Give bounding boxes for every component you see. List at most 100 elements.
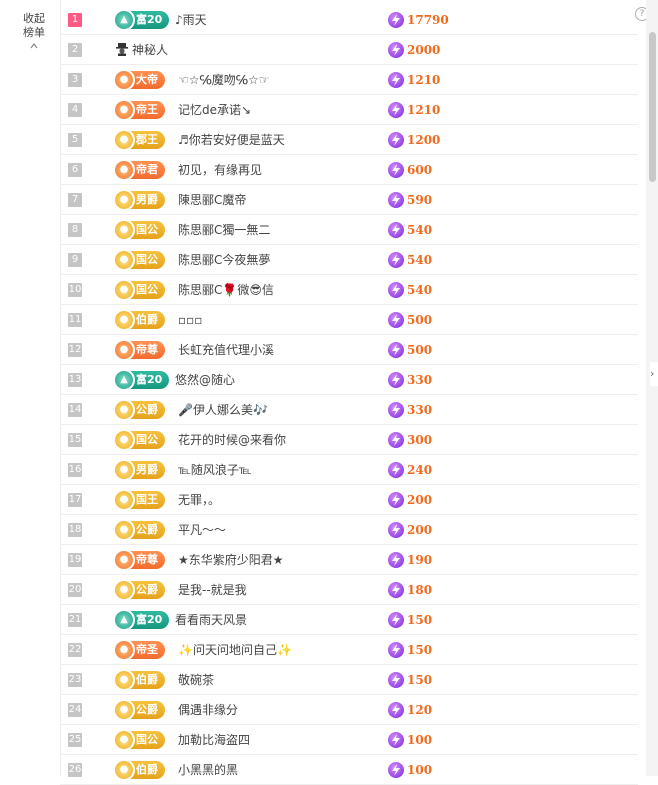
rank-row[interactable]: 15 ● 国公 花开的时候@来看你 300 bbox=[60, 425, 638, 455]
value-number: 300 bbox=[407, 433, 433, 447]
user-name[interactable]: 是我--就是我 bbox=[178, 581, 247, 599]
rank-row[interactable]: 1 ▲ 富20 ♪雨天 17790 bbox=[60, 5, 638, 35]
value-number: 1210 bbox=[407, 103, 441, 117]
value-number: 540 bbox=[407, 253, 433, 267]
contribution-value: 200 bbox=[388, 521, 432, 539]
level-badge: ▲ 富20 bbox=[113, 369, 170, 391]
rank-row[interactable]: 25 ● 国公 加勒比海盗四 100 bbox=[60, 725, 638, 755]
lightning-icon bbox=[388, 12, 404, 28]
user-name[interactable]: 看看雨天风景 bbox=[175, 611, 247, 629]
user-name[interactable]: 陈思郦C🌹微😎信 bbox=[178, 281, 274, 299]
rank-row[interactable]: 6 ● 帝君 初见，有缘再见 600 bbox=[60, 155, 638, 185]
user-name[interactable]: 陈思郦C獨一無二 bbox=[178, 221, 270, 239]
badge-emblem-icon: ● bbox=[113, 309, 135, 331]
collapse-rank-button[interactable]: 收起 榜单 bbox=[18, 12, 50, 50]
contribution-value: 2000 bbox=[388, 41, 440, 59]
level-badge: ● 帝尊 bbox=[113, 549, 165, 571]
rank-row[interactable]: 11 ● 伯爵 ▫▫▫ 500 bbox=[60, 305, 638, 335]
contribution-value: 590 bbox=[388, 191, 432, 209]
badge-label: 国公 bbox=[136, 223, 158, 236]
user-name[interactable]: ★东华紫府少阳君★ bbox=[178, 551, 284, 569]
user-name[interactable]: ☜☆℅魔吻℅☆☞ bbox=[178, 71, 269, 89]
badge-label: 帝圣 bbox=[136, 643, 158, 656]
rank-row[interactable]: 24 ● 公爵 偶遇非缘分 120 bbox=[60, 695, 638, 725]
rank-number: 20 bbox=[68, 583, 82, 597]
badge-label: 国公 bbox=[136, 283, 158, 296]
scrollbar-thumb[interactable] bbox=[649, 32, 656, 182]
rank-row[interactable]: 10 ● 国公 陈思郦C🌹微😎信 540 bbox=[60, 275, 638, 305]
user-name[interactable]: ♬你若安好便是蓝天 bbox=[178, 131, 285, 149]
user-name[interactable]: 花开的时候@来看你 bbox=[178, 431, 286, 449]
lightning-icon bbox=[388, 492, 404, 508]
rank-row[interactable]: 3 ● 大帝 ☜☆℅魔吻℅☆☞ 1210 bbox=[60, 65, 638, 95]
user-name[interactable]: 加勒比海盗四 bbox=[178, 731, 250, 749]
rank-row[interactable]: 4 ● 帝王 记忆de承诺↘ 1210 bbox=[60, 95, 638, 125]
rank-row[interactable]: 20 ● 公爵 是我--就是我 180 bbox=[60, 575, 638, 605]
value-number: 500 bbox=[407, 313, 433, 327]
user-name[interactable]: 偶遇非缘分 bbox=[178, 701, 238, 719]
user-name[interactable]: 陳思郦C魔帝 bbox=[178, 191, 246, 209]
contribution-value: 150 bbox=[388, 641, 432, 659]
rank-row[interactable]: 7 ● 男爵 陳思郦C魔帝 590 bbox=[60, 185, 638, 215]
badge-label: 大帝 bbox=[136, 73, 158, 86]
rank-row[interactable]: 21 ▲ 富20 看看雨天风景 150 bbox=[60, 605, 638, 635]
rank-row[interactable]: 8 ● 国公 陈思郦C獨一無二 540 bbox=[60, 215, 638, 245]
value-number: 150 bbox=[407, 673, 433, 687]
rank-row[interactable]: 18 ● 公爵 平凡～～ 200 bbox=[60, 515, 638, 545]
user-name[interactable]: ℡随风浪子℡ bbox=[178, 461, 252, 479]
rank-row[interactable]: 2 神秘人 2000 bbox=[60, 35, 638, 65]
rank-row[interactable]: 19 ● 帝尊 ★东华紫府少阳君★ 190 bbox=[60, 545, 638, 575]
badge-emblem-icon: ● bbox=[113, 729, 135, 751]
contribution-value: 330 bbox=[388, 371, 432, 389]
rank-row[interactable]: 26 ● 伯爵 小黑黑的黑 100 bbox=[60, 755, 638, 785]
badge-label: 国公 bbox=[136, 733, 158, 746]
level-badge: ● 帝圣 bbox=[113, 639, 165, 661]
lightning-icon bbox=[388, 42, 404, 58]
user-name[interactable]: ▫▫▫ bbox=[178, 311, 202, 329]
rank-number: 1 bbox=[68, 13, 82, 27]
rank-row[interactable]: 13 ▲ 富20 悠然@随心 330 bbox=[60, 365, 638, 395]
badge-label: 男爵 bbox=[136, 193, 158, 206]
contribution-value: 500 bbox=[388, 311, 432, 329]
user-name[interactable]: 神秘人 bbox=[132, 41, 168, 59]
user-name[interactable]: 陈思郦C今夜無夢 bbox=[178, 251, 270, 269]
user-name[interactable]: 记忆de承诺↘ bbox=[178, 101, 251, 119]
value-number: 540 bbox=[407, 223, 433, 237]
user-name[interactable]: 敬碗茶 bbox=[178, 671, 214, 689]
scrollbar[interactable] bbox=[646, 0, 658, 776]
rank-number: 26 bbox=[68, 763, 82, 777]
user-name[interactable]: 无罪，。 bbox=[178, 491, 220, 509]
user-name[interactable]: 悠然@随心 bbox=[175, 371, 235, 389]
rank-row[interactable]: 16 ● 男爵 ℡随风浪子℡ 240 bbox=[60, 455, 638, 485]
user-name[interactable]: ♪雨天 bbox=[175, 11, 207, 29]
rank-number: 25 bbox=[68, 733, 82, 747]
chevron-right-icon[interactable]: › bbox=[650, 362, 658, 386]
level-badge: ● 国公 bbox=[113, 729, 165, 751]
rank-row[interactable]: 22 ● 帝圣 ✨问天问地问自己✨ 150 bbox=[60, 635, 638, 665]
rank-row[interactable]: 12 ● 帝尊 长虹充值代理小溪 500 bbox=[60, 335, 638, 365]
rank-number: 16 bbox=[68, 463, 82, 477]
value-number: 540 bbox=[407, 283, 433, 297]
user-name[interactable]: 初见，有缘再见 bbox=[178, 161, 262, 179]
rank-row[interactable]: 5 ● 郡王 ♬你若安好便是蓝天 1200 bbox=[60, 125, 638, 155]
user-name[interactable]: 🎤伊人娜么美🎶 bbox=[178, 401, 268, 419]
chevron-up-icon bbox=[30, 43, 38, 49]
user-name[interactable]: 长虹充值代理小溪 bbox=[178, 341, 274, 359]
user-name[interactable]: ✨问天问地问自己✨ bbox=[178, 641, 292, 659]
badge-emblem-icon: ● bbox=[113, 399, 135, 421]
lightning-icon bbox=[388, 552, 404, 568]
badge-emblem-icon: ● bbox=[113, 279, 135, 301]
badge-emblem-icon: ● bbox=[113, 429, 135, 451]
user-name[interactable]: 平凡～～ bbox=[178, 521, 226, 539]
contribution-value: 500 bbox=[388, 341, 432, 359]
level-badge: ● 大帝 bbox=[113, 69, 165, 91]
rank-row[interactable]: 14 ● 公爵 🎤伊人娜么美🎶 330 bbox=[60, 395, 638, 425]
level-badge: ● 国公 bbox=[113, 249, 165, 271]
user-name[interactable]: 小黑黑的黑 bbox=[178, 761, 238, 779]
rank-number: 19 bbox=[68, 553, 82, 567]
level-badge: ● 男爵 bbox=[113, 189, 165, 211]
rank-row[interactable]: 9 ● 国公 陈思郦C今夜無夢 540 bbox=[60, 245, 638, 275]
badge-label: 伯爵 bbox=[136, 313, 158, 326]
rank-row[interactable]: 17 ● 国王 无罪，。 200 bbox=[60, 485, 638, 515]
rank-row[interactable]: 23 ● 伯爵 敬碗茶 150 bbox=[60, 665, 638, 695]
